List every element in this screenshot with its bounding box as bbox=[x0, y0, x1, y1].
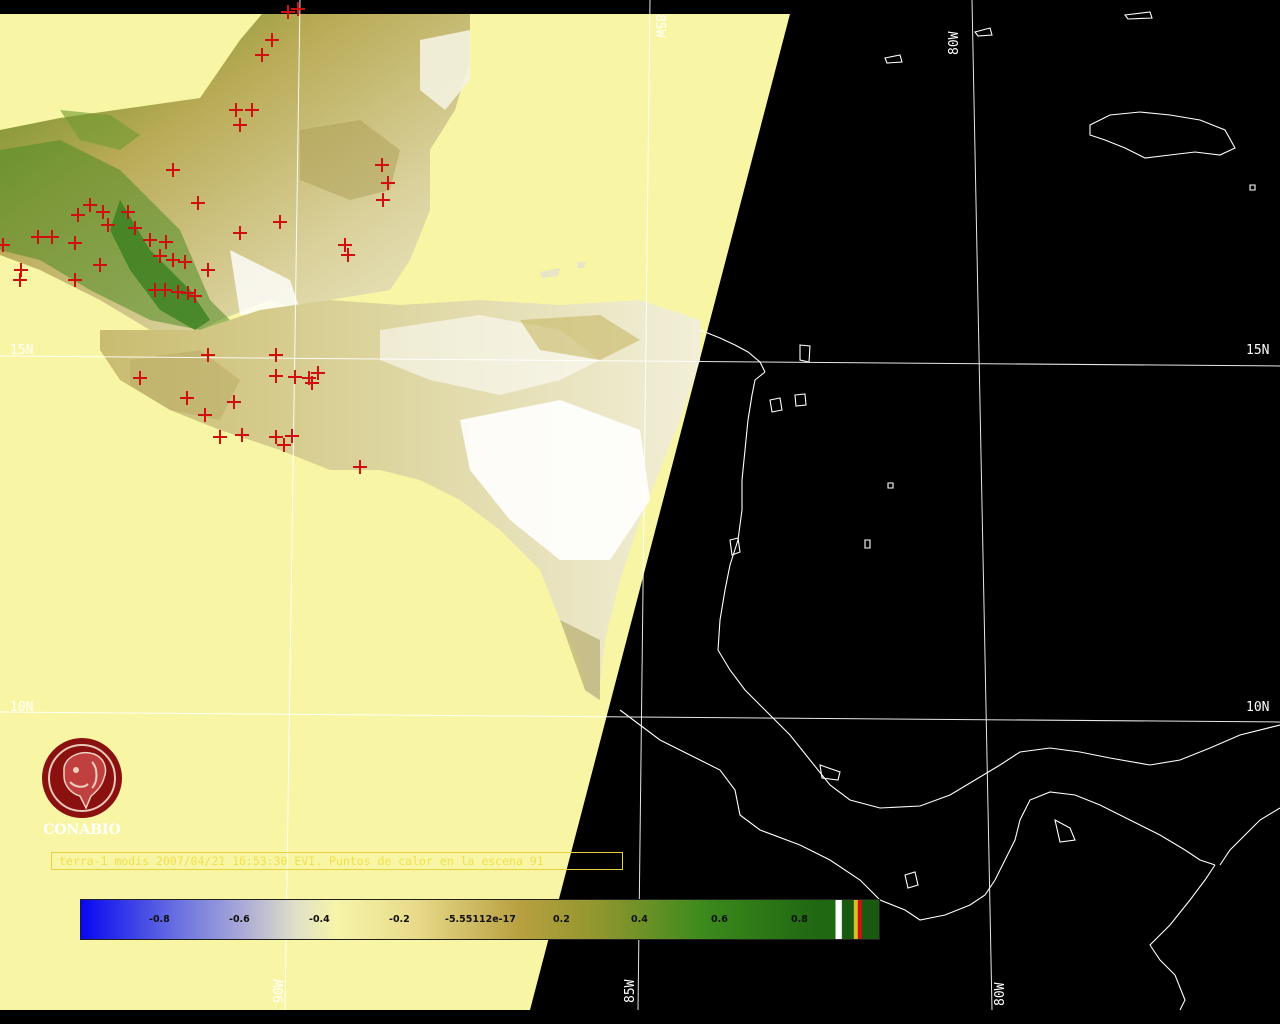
colorbar-tick-label: 0.8 bbox=[791, 914, 808, 925]
label-lon-80w-top: 80W bbox=[947, 31, 962, 55]
map-viewport: 15N 15N 10N 10N 85W 80W 90W 85W 80W CONA… bbox=[0, 0, 1280, 1024]
label-lon-80w-bottom: 80W bbox=[993, 982, 1008, 1006]
evi-map: 15N 15N 10N 10N 85W 80W 90W 85W 80W bbox=[0, 0, 1280, 1011]
conabio-logo: CONABIO bbox=[36, 738, 128, 842]
evi-colorbar: -0.8 -0.6 -0.4 -0.2 -5.55112e-17 0.2 0.4 0.6 0.8 bbox=[80, 899, 880, 940]
conabio-emblem-icon bbox=[42, 738, 122, 818]
colorbar-tick-label: -0.6 bbox=[229, 914, 250, 925]
label-lat-15n-left: 15N bbox=[10, 343, 33, 358]
colorbar-tick-label: -0.4 bbox=[309, 914, 330, 925]
label-lat-10n-right: 10N bbox=[1246, 700, 1269, 715]
logo-text: CONABIO bbox=[43, 822, 121, 838]
colorbar-tick-label: -0.8 bbox=[149, 914, 170, 925]
label-lat-15n-right: 15N bbox=[1246, 343, 1269, 358]
colorbar-tick-label: 0.2 bbox=[553, 914, 570, 925]
colorbar-tick-label: 0.6 bbox=[711, 914, 728, 925]
colorbar-tick-label: -0.2 bbox=[389, 914, 410, 925]
colorbar-tick-label: -5.55112e-17 bbox=[445, 914, 516, 925]
label-lon-85w-bottom: 85W bbox=[623, 979, 638, 1003]
label-lat-10n-left: 10N bbox=[10, 700, 33, 715]
scene-caption: terra-1 modis 2007/04/21 16:53:30 EVI. P… bbox=[51, 852, 623, 870]
label-lon-85w-top: 85W bbox=[652, 14, 667, 38]
hotspot-marker-plus-icon bbox=[291, 2, 305, 16]
colorbar-tick-label: 0.4 bbox=[631, 914, 648, 925]
label-lon-90w-bottom: 90W bbox=[272, 979, 287, 1003]
